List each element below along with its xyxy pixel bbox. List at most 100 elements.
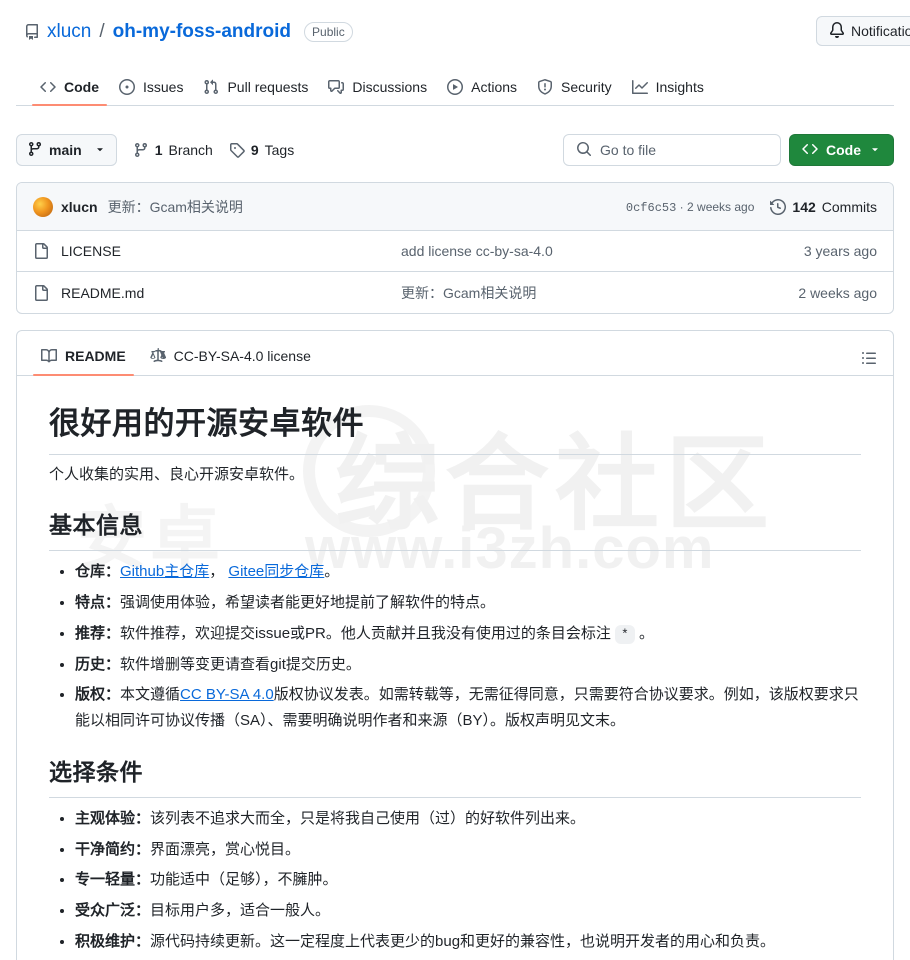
section-heading-selection-criteria: 选择条件 (49, 758, 861, 798)
link-separator: ， (209, 563, 225, 581)
code-icon (40, 79, 56, 95)
latest-commit-bar: xlucn 更新：Gcam相关说明 0cf6c53 · 2 weeks ago … (17, 183, 893, 231)
nav-tab-code-label: Code (64, 79, 99, 95)
branch-selector-button[interactable]: main (16, 134, 117, 166)
list-item-term: 版权： (75, 686, 121, 704)
go-to-file-input[interactable]: Go to file (563, 134, 781, 166)
commit-relative-time: 2 weeks ago (687, 199, 755, 214)
nav-tab-security[interactable]: Security (529, 79, 620, 105)
git-branch-icon (27, 141, 43, 160)
book-icon (41, 348, 57, 364)
tags-label: Tags (264, 142, 295, 158)
comment-discussion-icon (328, 79, 345, 95)
list-item: 历史：软件增删等变更请查看git提交历史。 (75, 652, 861, 678)
repo-header: xlucn / oh-my-foss-android Public Notifi… (0, 0, 910, 106)
file-icon (33, 284, 49, 301)
branches-count: 1 (154, 142, 163, 158)
commit-sha-link[interactable]: 0cf6c53 (626, 201, 676, 215)
readme-intro: 个人收集的实用、良心开源安卓软件。 (49, 466, 305, 484)
tag-icon (229, 142, 245, 158)
table-row[interactable]: README.md 更新：Gcam相关说明 2 weeks ago (17, 272, 893, 313)
list-item: 特点：强调使用体验，希望读者能更好地提前了解软件的特点。 (75, 590, 861, 616)
tags-count: 9 (250, 142, 259, 158)
list-item-text: 本文遵循 (120, 686, 181, 704)
nav-tab-insights[interactable]: Insights (624, 79, 712, 105)
readme-content: 很好用的开源安卓软件 个人收集的实用、良心开源安卓软件。 基本信息 仓库：Git… (17, 376, 893, 960)
commit-author-link[interactable]: xlucn (61, 199, 98, 215)
nav-tab-pull-requests[interactable]: Pull requests (195, 79, 316, 105)
avatar (33, 196, 53, 217)
shield-icon (537, 79, 553, 95)
list-item: 受众广泛：目标用户多，适合一般人。 (75, 898, 861, 924)
github-repo-link[interactable]: Github主仓库 (120, 563, 209, 580)
nav-tab-insights-label: Insights (655, 79, 704, 95)
list-item-suffix: 。 (324, 563, 340, 581)
file-name-link[interactable]: README.md (61, 285, 401, 301)
nav-tab-issues[interactable]: Issues (111, 79, 191, 105)
code-download-button[interactable]: Code (789, 134, 894, 166)
graph-icon (631, 79, 648, 95)
readme-tab-bar: README CC-BY-SA-4.0 license (17, 331, 893, 376)
chevron-down-icon (94, 142, 106, 158)
notifications-button[interactable]: Notifications (816, 16, 910, 46)
nav-tab-actions-label: Actions (471, 79, 518, 95)
section-heading-basic-info: 基本信息 (49, 511, 861, 552)
list-item-text-tail: 。 (634, 624, 655, 642)
list-item-term: 主观体验： (75, 809, 151, 827)
list-item-text: 该列表不追求大而全，只是将我自己使用（过）的好软件列出来。 (150, 809, 586, 827)
list-item-term: 仓库： (75, 563, 121, 581)
nav-tab-actions[interactable]: Actions (439, 79, 525, 105)
repo-nav: Code Issues Pull requests Discussions Ac… (16, 62, 894, 106)
bell-icon (829, 21, 845, 41)
list-item-text: 软件推荐，欢迎提交issue或PR。他人贡献并且我没有使用过的条目会标注 (120, 624, 616, 642)
branches-label: Branch (168, 142, 213, 158)
go-to-file-placeholder: Go to file (600, 142, 657, 158)
list-item: 积极维护：源代码持续更新。这一定程度上代表更少的bug和更好的兼容性，也说明开发… (75, 929, 861, 955)
tab-readme[interactable]: README (33, 348, 134, 376)
play-icon (447, 79, 464, 95)
notifications-label: Notifications (851, 23, 910, 39)
selection-criteria-list: 主观体验：该列表不追求大而全，只是将我自己使用（过）的好软件列出来。 干净简约：… (49, 806, 861, 955)
toolbar-right-group: Go to file Code (563, 134, 894, 166)
code-icon (802, 141, 818, 160)
license-link[interactable]: CC BY-SA 4.0 (180, 686, 274, 703)
list-item-text: 软件增删等变更请查看git提交历史。 (120, 655, 361, 673)
gitee-repo-link[interactable]: Gitee同步仓库 (228, 563, 324, 580)
branches-count-link[interactable]: 1 Branch (133, 142, 213, 158)
table-row[interactable]: LICENSE add license cc-by-sa-4.0 3 years… (17, 231, 893, 272)
commits-count: 142 (792, 199, 816, 215)
code-button-label: Code (826, 142, 861, 158)
tags-count-link[interactable]: 9 Tags (229, 142, 294, 158)
list-unordered-icon[interactable] (861, 350, 877, 366)
git-pull-request-icon (203, 79, 219, 95)
nav-tab-discussions-label: Discussions (352, 79, 428, 95)
commit-message-link[interactable]: 更新：Gcam相关说明 (108, 197, 243, 217)
list-item-text: 界面漂亮，赏心悦目。 (150, 840, 301, 858)
issue-opened-icon (119, 79, 135, 95)
main-content: main 1 Branch 9 Tags Go to file Code xlu… (0, 118, 910, 960)
file-icon (33, 243, 49, 259)
list-item-term: 特点： (75, 593, 121, 611)
tab-license[interactable]: CC-BY-SA-4.0 license (142, 348, 319, 375)
repo-owner-link[interactable]: xlucn (47, 21, 91, 43)
list-item-term: 专一轻量： (75, 871, 151, 889)
commits-label: Commits (821, 199, 877, 215)
repo-title-row: xlucn / oh-my-foss-android Public (16, 16, 894, 48)
nav-tab-code[interactable]: Code (32, 79, 107, 106)
tab-license-label: CC-BY-SA-4.0 license (173, 348, 311, 364)
readme-title: 很好用的开源安卓软件 (49, 404, 861, 456)
commits-count-link[interactable]: 142 Commits (770, 199, 877, 215)
file-name-link[interactable]: LICENSE (61, 243, 401, 259)
list-item-term: 干净简约： (75, 840, 151, 858)
commit-sha-time: 0cf6c53 · 2 weeks ago (626, 200, 755, 215)
nav-tab-discussions[interactable]: Discussions (320, 79, 435, 105)
repo-name-link[interactable]: oh-my-foss-android (113, 21, 291, 43)
list-item-term: 历史： (75, 655, 121, 673)
commit-sha-separator: · (679, 199, 684, 214)
repo-icon (24, 24, 40, 40)
law-icon (149, 348, 166, 364)
list-item-text: 功能适中（足够），不臃肿。 (150, 871, 338, 889)
git-branch-icon (133, 142, 149, 158)
inline-code-asterisk: * (615, 624, 635, 644)
file-toolbar: main 1 Branch 9 Tags Go to file Code (16, 134, 894, 166)
